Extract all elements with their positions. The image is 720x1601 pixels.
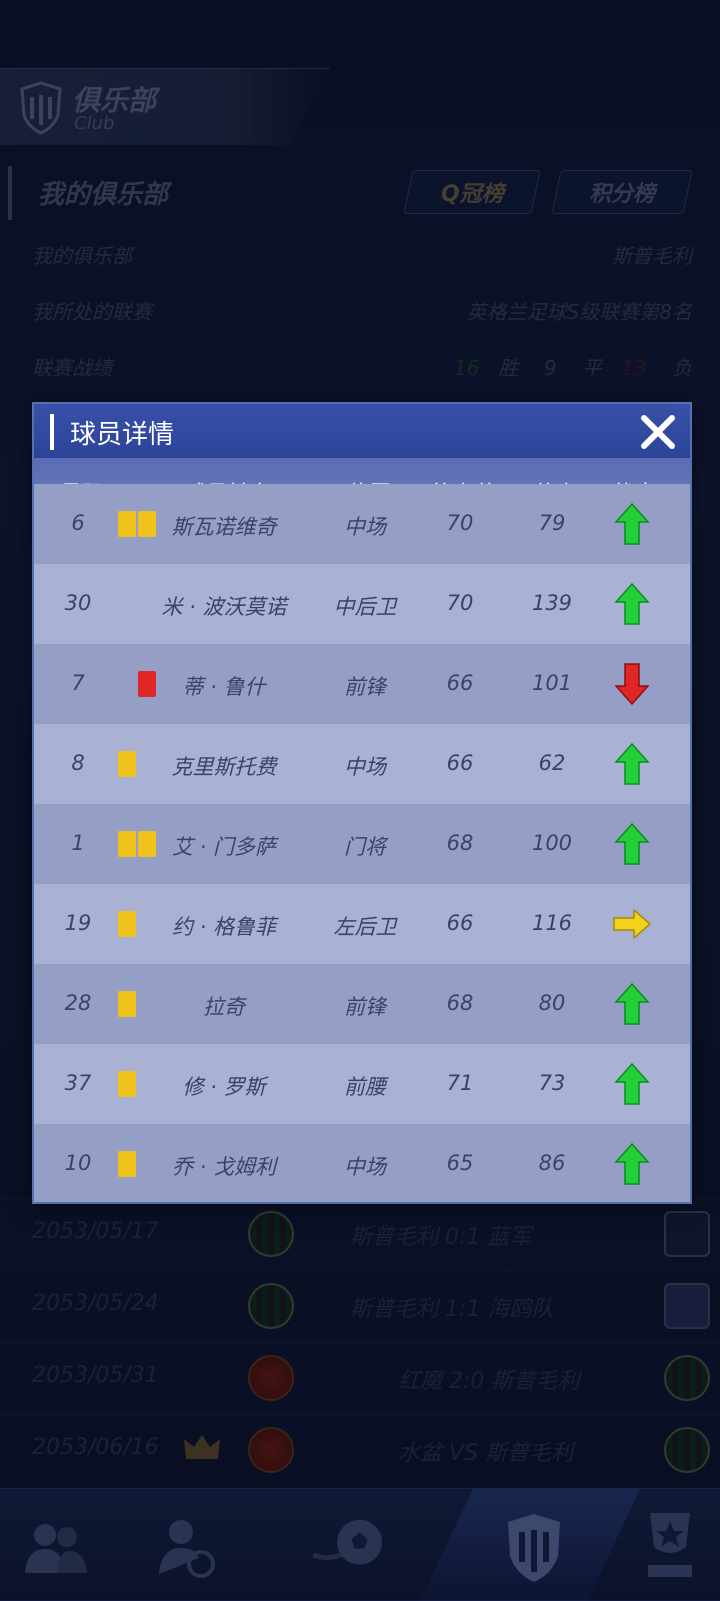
player-name: 修 · 罗斯 [182,1075,266,1099]
player-number: 19 [64,911,92,935]
player-position: 中场 [344,1155,386,1179]
player-number: 6 [71,511,85,535]
player-ability: 66 [446,911,474,935]
player-row[interactable]: 30 米 · 波沃莫诺 中后卫 70 139 [34,564,690,644]
player-position: 前锋 [344,675,386,699]
player-number: 1 [71,831,85,855]
modal-header: 球员详情 [34,404,690,458]
player-position: 前锋 [344,995,386,1019]
status-up-arrow-icon [612,742,652,786]
player-stamina: 100 [531,831,573,855]
player-name: 拉奇 [203,995,245,1019]
player-ability: 68 [446,991,474,1015]
yellow-card-icon [118,991,136,1017]
status-up-arrow-icon [612,502,652,546]
player-name: 艾 · 门多萨 [171,835,277,859]
player-stamina: 73 [538,1071,566,1095]
player-number: 28 [64,991,92,1015]
player-details-modal: 球员详情 号码 球员姓名 位置 能力值 体力 状态 6斯瓦诺维奇中场707930… [32,402,692,1204]
player-number: 37 [64,1071,92,1095]
player-stamina: 80 [538,991,566,1015]
player-row[interactable]: 7 蒂 · 鲁什 前锋 66 101 [34,644,690,724]
player-name: 米 · 波沃莫诺 [161,595,287,619]
player-ability: 66 [446,671,474,695]
red-card-icon [138,671,156,697]
status-right-arrow-icon [612,902,652,946]
player-position: 左后卫 [333,915,397,939]
player-number: 8 [71,751,85,775]
yellow-card-icon [118,511,136,537]
player-row[interactable]: 1 艾 · 门多萨 门将 68 100 [34,804,690,884]
player-name: 克里斯托费 [171,755,277,779]
player-stamina: 101 [531,671,573,695]
player-stamina: 139 [531,591,573,615]
player-number: 30 [64,591,92,615]
player-ability: 70 [446,511,474,535]
player-position: 中后卫 [333,595,397,619]
player-ability: 71 [446,1071,474,1095]
status-up-arrow-icon [612,582,652,626]
header-marker [50,414,54,450]
player-ability: 65 [446,1151,474,1175]
player-number: 10 [64,1151,92,1175]
player-number: 7 [71,671,85,695]
status-down-arrow-icon [612,662,652,706]
yellow-card-icon [118,751,136,777]
player-position: 中场 [344,515,386,539]
status-up-arrow-icon [612,1062,652,1106]
player-row[interactable]: 19 约 · 格鲁菲 左后卫 66 116 [34,884,690,964]
yellow-card-icon [118,1071,136,1097]
player-row[interactable]: 28 拉奇 前锋 68 80 [34,964,690,1044]
player-position: 门将 [344,835,386,859]
player-position: 中场 [344,755,386,779]
player-position: 前腰 [344,1075,386,1099]
yellow-card-icon [138,511,156,537]
status-up-arrow-icon [612,1142,652,1186]
yellow-card-icon [138,831,156,857]
player-name: 斯瓦诺维奇 [171,515,277,539]
player-ability: 70 [446,591,474,615]
status-up-arrow-icon [612,982,652,1026]
player-name: 约 · 格鲁菲 [171,915,277,939]
yellow-card-icon [118,1151,136,1177]
status-up-arrow-icon [612,822,652,866]
player-ability: 68 [446,831,474,855]
player-stamina: 62 [538,751,566,775]
player-row[interactable]: 10 乔 · 戈姆利 中场 65 86 [34,1124,690,1202]
player-row[interactable]: 8 克里斯托费 中场 66 62 [34,724,690,804]
player-stamina: 86 [538,1151,566,1175]
close-icon[interactable] [636,410,680,454]
modal-title: 球员详情 [70,420,175,450]
player-stamina: 79 [538,511,566,535]
player-stamina: 116 [531,911,573,935]
player-row[interactable]: 37 修 · 罗斯 前腰 71 73 [34,1044,690,1124]
yellow-card-icon [118,831,136,857]
player-row[interactable]: 6 斯瓦诺维奇 中场 70 79 [34,484,690,564]
player-ability: 66 [446,751,474,775]
player-name: 蒂 · 鲁什 [182,675,266,699]
yellow-card-icon [118,911,136,937]
player-name: 乔 · 戈姆利 [171,1155,277,1179]
